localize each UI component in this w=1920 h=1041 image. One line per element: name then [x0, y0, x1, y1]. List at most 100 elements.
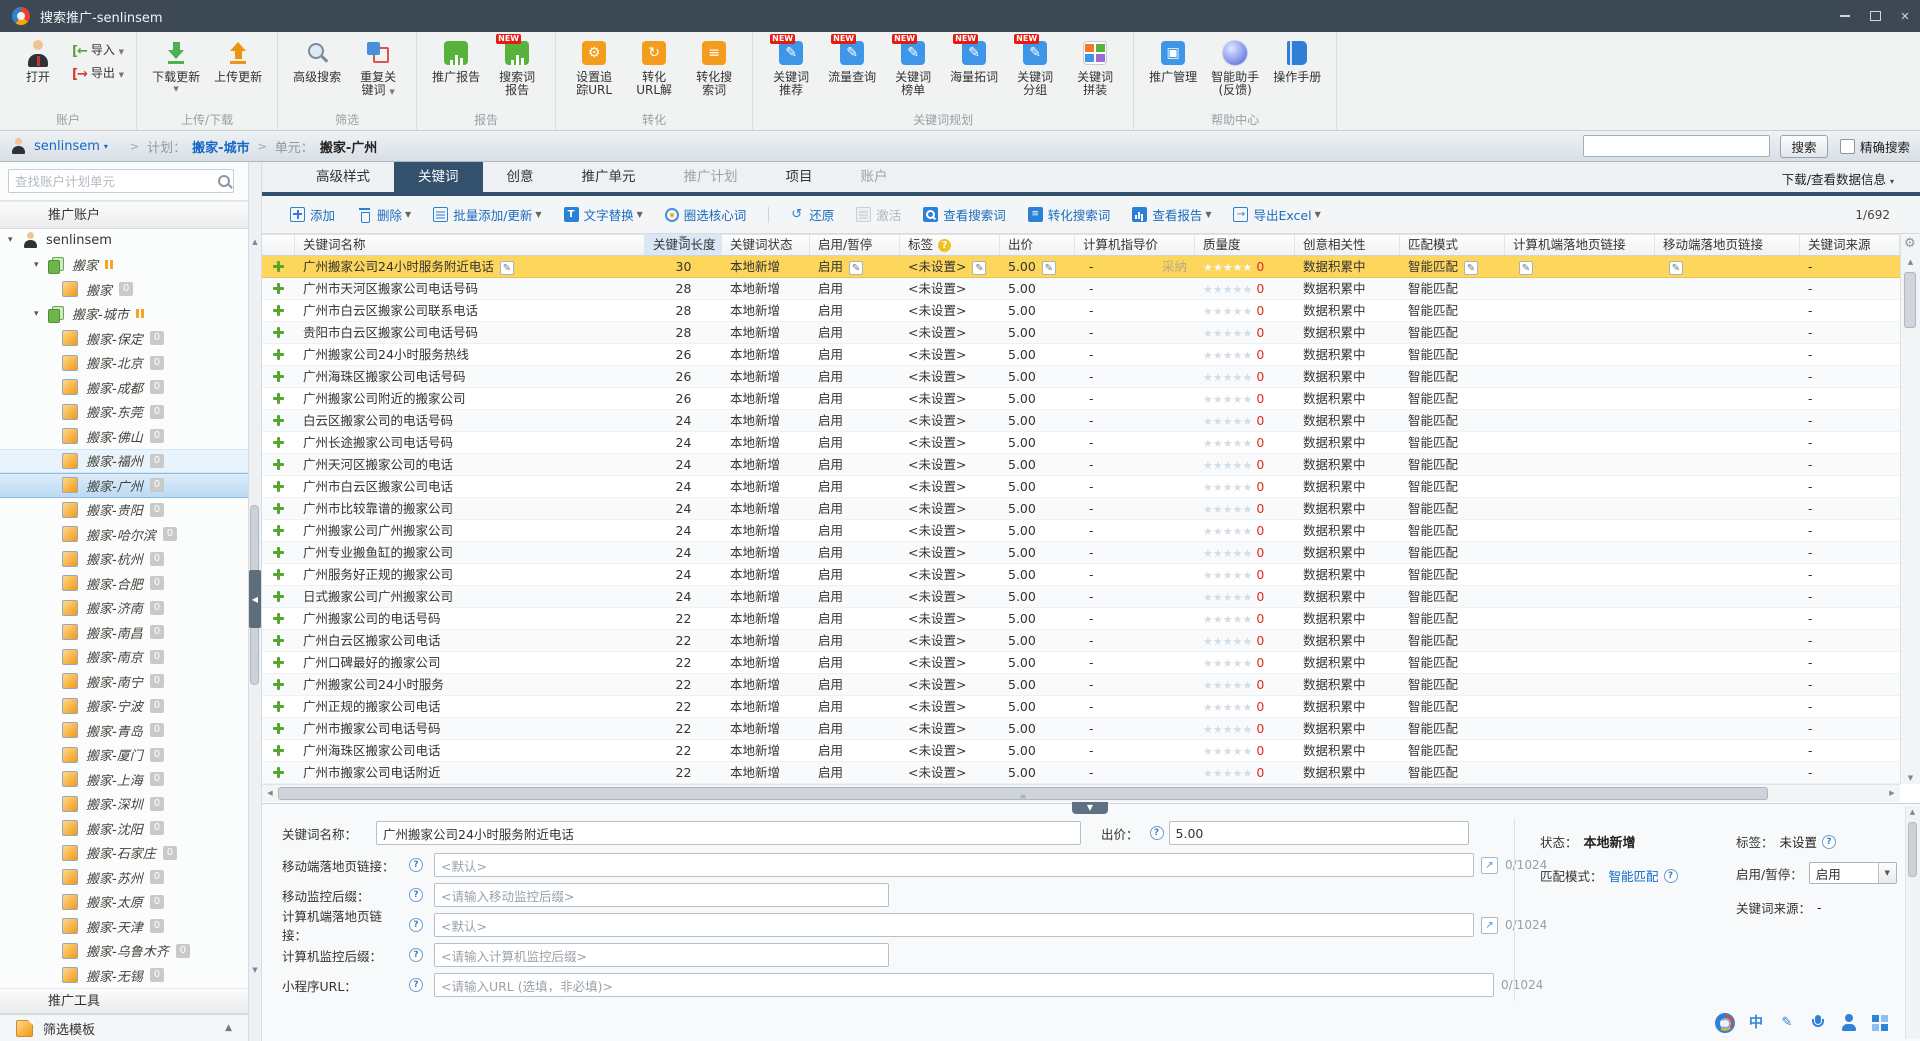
table-row[interactable]: 广州市白云区搬家公司联系电话 28 本地新增 启用 <未设置> 5.00 - ★★★★★ 0 数据… — [262, 300, 1900, 322]
table-row[interactable]: 广州市比较靠谱的搬家公司 24 本地新增 启用 <未设置> 5.00 - ★★★★★ 0 数据积累… — [262, 498, 1900, 520]
convert-search-term-button[interactable]: ≡ 转化搜 索词 — [684, 36, 744, 100]
checkbox-icon[interactable] — [1839, 138, 1855, 154]
add-keyword-icon[interactable] — [273, 701, 284, 712]
tab-关键词[interactable]: 关键词 — [394, 162, 483, 192]
miniprogram-url-input[interactable] — [434, 973, 1494, 997]
add-keyword-icon[interactable] — [273, 349, 284, 360]
mobile-landing-url-input[interactable] — [434, 853, 1474, 877]
chevron-down-icon[interactable]: ▼ — [1877, 863, 1896, 883]
sidebar-item-搬家-深圳[interactable]: 搬家-深圳 0 — [0, 792, 248, 817]
scrollbar-thumb[interactable] — [1904, 272, 1916, 328]
table-row[interactable]: 广州海珠区搬家公司电话 22 本地新增 启用 <未设置> 5.00 - ★★★★★ 0 数据积累中… — [262, 740, 1900, 762]
sidebar-item-搬家-乌鲁木齐[interactable]: 搬家-乌鲁木齐 0 — [0, 939, 248, 964]
table-row[interactable]: 广州市白云区搬家公司电话 24 本地新增 启用 <未设置> 5.00 - ★★★★★ 0 数据积累… — [262, 476, 1900, 498]
column-header-tag[interactable]: 标签? — [900, 235, 1000, 255]
table-row[interactable]: 广州市搬家公司电话号码 22 本地新增 启用 <未设置> 5.00 - ★★★★★ 0 数据积累中… — [262, 718, 1900, 740]
column-header-status[interactable]: 关键词状态 — [722, 235, 810, 255]
column-header-bid[interactable]: 出价 — [1000, 235, 1075, 255]
tab-推广单元[interactable]: 推广单元 — [558, 162, 660, 192]
column-header-match[interactable]: 匹配模式 — [1400, 235, 1505, 255]
help-icon[interactable]: ? — [409, 948, 423, 962]
pc-landing-url-input[interactable] — [434, 913, 1474, 937]
sidebar-item-搬家-保定[interactable]: 搬家-保定 0 — [0, 326, 248, 351]
search-term-report-button[interactable]: NEW 搜索词 报告 — [487, 34, 547, 100]
sidebar-item-搬家-东莞[interactable]: 搬家-东莞 0 — [0, 400, 248, 425]
bid-input[interactable] — [1168, 821, 1469, 845]
table-row[interactable]: 广州搬家公司24小时服务附近电话 ✎ 30 本地新增 启用 ✎ <未设置> ✎ 5.00 ✎ - 采纳… — [262, 256, 1900, 278]
smart-assistant-button[interactable]: 智能助手 (反馈) — [1204, 36, 1266, 100]
sidebar-item-搬家-合肥[interactable]: 搬家-合肥 0 — [0, 571, 248, 596]
ime-chinese-mode-icon[interactable]: 中 — [1746, 1013, 1766, 1033]
add-keyword-icon[interactable] — [273, 261, 284, 272]
collapse-up-icon[interactable]: ▲ — [225, 1023, 232, 1033]
add-keyword-icon[interactable] — [273, 415, 284, 426]
add-keyword-icon[interactable] — [273, 481, 284, 492]
column-header-pc_landing[interactable]: 计算机端落地页链接 — [1505, 235, 1655, 255]
global-search-input[interactable] — [1582, 135, 1770, 157]
scrollbar-thumb[interactable]: ≡ — [278, 787, 1768, 801]
add-keyword-icon[interactable] — [273, 305, 284, 316]
ime-pen-icon[interactable]: ✎ — [1777, 1013, 1797, 1033]
set-tracking-url-button[interactable]: ⚙ 设置追 踪URL — [564, 36, 624, 100]
edit-icon[interactable]: ✎ — [849, 260, 864, 275]
scroll-down-icon[interactable]: ▼ — [1901, 774, 1920, 782]
sidebar-item-搬家-太原[interactable]: 搬家-太原 0 — [0, 890, 248, 915]
help-icon[interactable]: ? — [409, 858, 423, 872]
edit-icon[interactable]: ✎ — [972, 260, 987, 275]
keyword-rank-button[interactable]: NEW ✎ 关键词 榜单 — [883, 34, 943, 100]
text-replace-button[interactable]: T 文字替换 ▼ — [563, 205, 643, 224]
sidebar-item-搬家-沈阳[interactable]: 搬家-沈阳 0 — [0, 816, 248, 841]
sidebar-item-搬家-城市[interactable]: ▾ 搬家-城市 — [0, 302, 248, 327]
sidebar-template-bar[interactable]: 筛选模板 ▲ — [0, 1014, 248, 1041]
sidebar-item-搬家-苏州[interactable]: 搬家-苏州 0 — [0, 865, 248, 890]
sidebar-collapse-handle[interactable]: ◀ — [249, 570, 261, 628]
open-link-icon[interactable]: ↗ — [1481, 856, 1498, 874]
scroll-left-icon[interactable]: ◀ — [262, 785, 278, 802]
add-keyword-icon[interactable] — [273, 437, 284, 448]
sidebar-item-搬家-北京[interactable]: 搬家-北京 0 — [0, 351, 248, 376]
column-header-mobile_landing[interactable]: 移动端落地页链接 — [1655, 235, 1800, 255]
column-settings-gear-icon[interactable]: ⚙ — [1904, 236, 1916, 251]
table-row[interactable]: 广州白云区搬家公司电话 22 本地新增 启用 <未设置> 5.00 - ★★★★★ 0 数据积累中… — [262, 630, 1900, 652]
help-icon[interactable]: ? — [1822, 834, 1837, 849]
upload-update-button[interactable]: 上传更新 — [207, 36, 269, 87]
scroll-down-icon[interactable]: ▼ — [249, 966, 261, 974]
table-row[interactable]: 日式搬家公司广州搬家公司 24 本地新增 启用 <未设置> 5.00 - ★★★★★ 0 数据积累… — [262, 586, 1900, 608]
select-core-words-button[interactable]: 圈选核心词 — [664, 205, 746, 224]
column-header-name[interactable]: 关键词名称 — [295, 235, 645, 255]
tab-推广计划[interactable]: 推广计划 — [660, 162, 762, 192]
add-keyword-icon[interactable] — [273, 459, 284, 470]
export-excel-button[interactable]: → 导出Excel ▼ — [1233, 205, 1321, 224]
table-row[interactable]: 广州搬家公司24小时服务热线 26 本地新增 启用 <未设置> 5.00 - ★★★★★ 0 数据… — [262, 344, 1900, 366]
tab-项目[interactable]: 项目 — [762, 162, 837, 192]
add-keyword-icon[interactable] — [273, 723, 284, 734]
add-keyword-icon[interactable] — [273, 393, 284, 404]
sidebar-item-搬家[interactable]: 搬家 0 — [0, 277, 248, 302]
table-row[interactable]: 广州搬家公司24小时服务 22 本地新增 启用 <未设置> 5.00 - ★★★★★ 0 数据积累… — [262, 674, 1900, 696]
sidebar-item-搬家-贵阳[interactable]: 搬家-贵阳 0 — [0, 498, 248, 523]
keyword-assemble-button[interactable]: 关键词 拼装 — [1065, 36, 1125, 100]
table-row[interactable]: 广州搬家公司附近的搬家公司 26 本地新增 启用 <未设置> 5.00 - ★★★★★ 0 数据积… — [262, 388, 1900, 410]
column-header-enable[interactable]: 启用/暂停 — [810, 235, 900, 255]
add-keyword-icon[interactable] — [273, 503, 284, 514]
help-icon[interactable]: ? — [409, 888, 423, 902]
add-keyword-icon[interactable] — [273, 569, 284, 580]
export-button[interactable]: [→ 导出 ▼ — [68, 67, 128, 83]
promotion-manage-button[interactable]: ▣ 推广管理 — [1142, 36, 1204, 87]
sidebar-header-promotion-account[interactable]: 推广账户 — [0, 201, 248, 229]
manual-button[interactable]: 操作手册 — [1266, 36, 1328, 87]
add-keyword-icon[interactable] — [273, 525, 284, 536]
tree-expander-icon[interactable]: ▾ — [8, 235, 22, 245]
sidebar-tools-bar[interactable]: 推广工具 — [0, 988, 248, 1014]
keyword-name-input[interactable] — [376, 821, 1081, 845]
sidebar-item-搬家-石家庄[interactable]: 搬家-石家庄 0 — [0, 841, 248, 866]
help-icon[interactable]: ? — [409, 918, 423, 932]
table-row[interactable]: 广州天河区搬家公司的电话 24 本地新增 启用 <未设置> 5.00 - ★★★★★ 0 数据积累… — [262, 454, 1900, 476]
sidebar-item-搬家-杭州[interactable]: 搬家-杭州 0 — [0, 547, 248, 572]
detail-collapse-button[interactable]: ▼ — [1072, 802, 1108, 814]
adopt-button[interactable]: 采纳 — [1162, 256, 1187, 277]
grid-vertical-scrollbar[interactable]: ⚙ ▲ ▼ — [1900, 234, 1920, 784]
add-keyword-icon[interactable] — [273, 657, 284, 668]
view-search-terms-button[interactable]: 查看搜索词 — [923, 205, 1006, 224]
tree-expander-icon[interactable]: ▾ — [34, 309, 48, 319]
